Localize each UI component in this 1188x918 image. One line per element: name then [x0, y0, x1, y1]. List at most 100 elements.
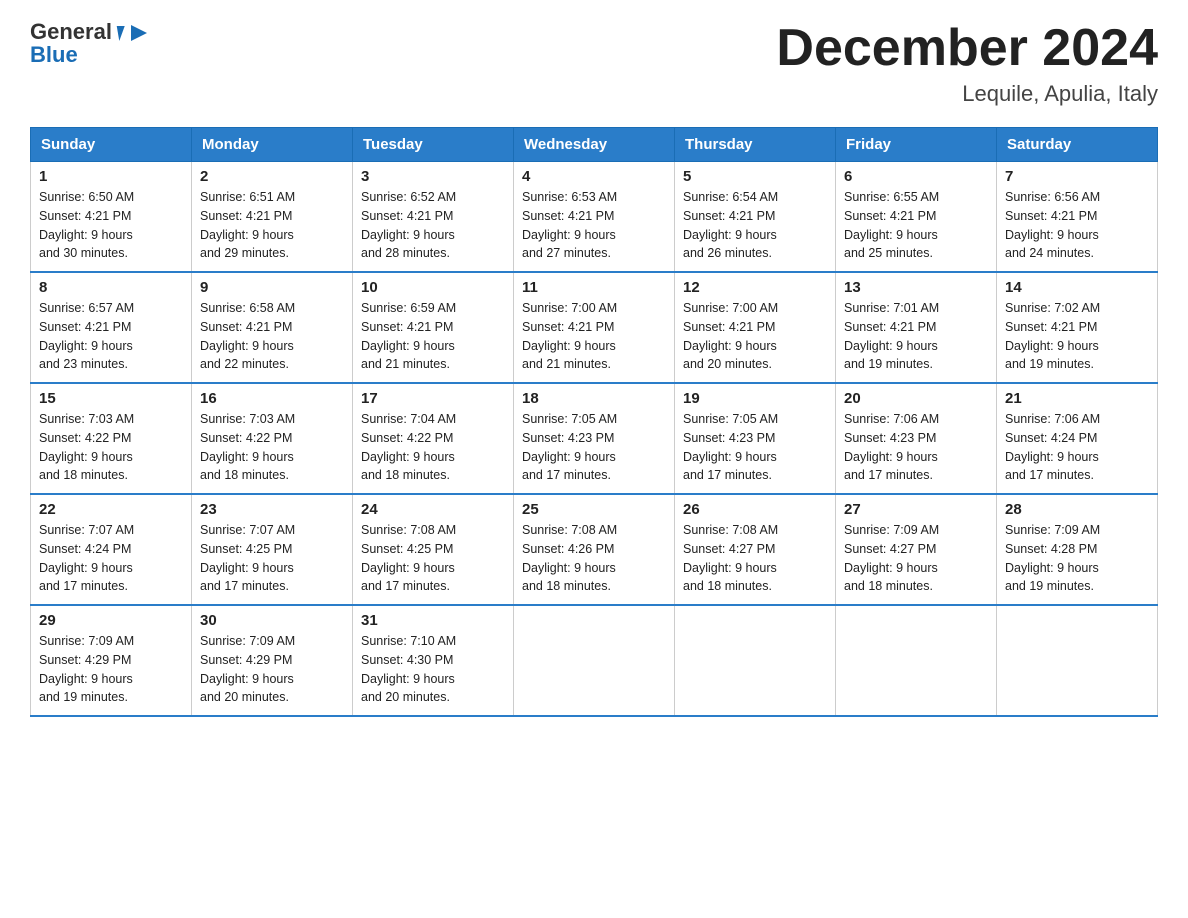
day-info: Sunrise: 6:54 AM Sunset: 4:21 PM Dayligh… [683, 188, 827, 263]
table-row: 18 Sunrise: 7:05 AM Sunset: 4:23 PM Dayl… [514, 383, 675, 494]
table-row: 11 Sunrise: 7:00 AM Sunset: 4:21 PM Dayl… [514, 272, 675, 383]
calendar-title: December 2024 [776, 20, 1158, 77]
col-wednesday: Wednesday [514, 128, 675, 162]
logo: General Blue [30, 20, 149, 68]
table-row: 27 Sunrise: 7:09 AM Sunset: 4:27 PM Dayl… [836, 494, 997, 605]
day-number: 24 [361, 501, 505, 518]
calendar-subtitle: Lequile, Apulia, Italy [776, 81, 1158, 107]
table-row: 15 Sunrise: 7:03 AM Sunset: 4:22 PM Dayl… [31, 383, 192, 494]
title-block: December 2024 Lequile, Apulia, Italy [776, 20, 1158, 107]
day-number: 16 [200, 390, 344, 407]
day-info: Sunrise: 6:57 AM Sunset: 4:21 PM Dayligh… [39, 299, 183, 374]
table-row: 21 Sunrise: 7:06 AM Sunset: 4:24 PM Dayl… [997, 383, 1158, 494]
day-number: 12 [683, 279, 827, 296]
table-row: 1 Sunrise: 6:50 AM Sunset: 4:21 PM Dayli… [31, 162, 192, 273]
table-row: 4 Sunrise: 6:53 AM Sunset: 4:21 PM Dayli… [514, 162, 675, 273]
table-row: 24 Sunrise: 7:08 AM Sunset: 4:25 PM Dayl… [353, 494, 514, 605]
day-number: 21 [1005, 390, 1149, 407]
day-info: Sunrise: 7:00 AM Sunset: 4:21 PM Dayligh… [683, 299, 827, 374]
calendar-week-row: 8 Sunrise: 6:57 AM Sunset: 4:21 PM Dayli… [31, 272, 1158, 383]
day-info: Sunrise: 6:58 AM Sunset: 4:21 PM Dayligh… [200, 299, 344, 374]
table-row [836, 605, 997, 716]
table-row: 19 Sunrise: 7:05 AM Sunset: 4:23 PM Dayl… [675, 383, 836, 494]
day-number: 3 [361, 168, 505, 185]
day-info: Sunrise: 7:04 AM Sunset: 4:22 PM Dayligh… [361, 410, 505, 485]
table-row [997, 605, 1158, 716]
day-number: 28 [1005, 501, 1149, 518]
table-row: 30 Sunrise: 7:09 AM Sunset: 4:29 PM Dayl… [192, 605, 353, 716]
day-info: Sunrise: 6:59 AM Sunset: 4:21 PM Dayligh… [361, 299, 505, 374]
day-number: 20 [844, 390, 988, 407]
day-number: 7 [1005, 168, 1149, 185]
day-number: 29 [39, 612, 183, 629]
table-row: 29 Sunrise: 7:09 AM Sunset: 4:29 PM Dayl… [31, 605, 192, 716]
day-info: Sunrise: 7:10 AM Sunset: 4:30 PM Dayligh… [361, 632, 505, 707]
col-monday: Monday [192, 128, 353, 162]
day-info: Sunrise: 7:05 AM Sunset: 4:23 PM Dayligh… [522, 410, 666, 485]
table-row [675, 605, 836, 716]
day-number: 18 [522, 390, 666, 407]
day-info: Sunrise: 7:09 AM Sunset: 4:29 PM Dayligh… [200, 632, 344, 707]
day-info: Sunrise: 6:56 AM Sunset: 4:21 PM Dayligh… [1005, 188, 1149, 263]
day-info: Sunrise: 7:02 AM Sunset: 4:21 PM Dayligh… [1005, 299, 1149, 374]
table-row: 10 Sunrise: 6:59 AM Sunset: 4:21 PM Dayl… [353, 272, 514, 383]
col-friday: Friday [836, 128, 997, 162]
day-number: 23 [200, 501, 344, 518]
table-row: 14 Sunrise: 7:02 AM Sunset: 4:21 PM Dayl… [997, 272, 1158, 383]
table-row: 28 Sunrise: 7:09 AM Sunset: 4:28 PM Dayl… [997, 494, 1158, 605]
day-number: 8 [39, 279, 183, 296]
day-info: Sunrise: 7:08 AM Sunset: 4:27 PM Dayligh… [683, 521, 827, 596]
day-info: Sunrise: 6:50 AM Sunset: 4:21 PM Dayligh… [39, 188, 183, 263]
day-info: Sunrise: 7:06 AM Sunset: 4:24 PM Dayligh… [1005, 410, 1149, 485]
col-thursday: Thursday [675, 128, 836, 162]
table-row: 13 Sunrise: 7:01 AM Sunset: 4:21 PM Dayl… [836, 272, 997, 383]
table-row: 9 Sunrise: 6:58 AM Sunset: 4:21 PM Dayli… [192, 272, 353, 383]
day-number: 11 [522, 279, 666, 296]
day-number: 17 [361, 390, 505, 407]
day-number: 31 [361, 612, 505, 629]
table-row: 31 Sunrise: 7:10 AM Sunset: 4:30 PM Dayl… [353, 605, 514, 716]
day-number: 10 [361, 279, 505, 296]
logo-text: General [30, 20, 149, 44]
day-number: 13 [844, 279, 988, 296]
day-info: Sunrise: 7:00 AM Sunset: 4:21 PM Dayligh… [522, 299, 666, 374]
day-info: Sunrise: 7:08 AM Sunset: 4:25 PM Dayligh… [361, 521, 505, 596]
col-saturday: Saturday [997, 128, 1158, 162]
day-info: Sunrise: 7:09 AM Sunset: 4:27 PM Dayligh… [844, 521, 988, 596]
table-row: 16 Sunrise: 7:03 AM Sunset: 4:22 PM Dayl… [192, 383, 353, 494]
day-info: Sunrise: 7:08 AM Sunset: 4:26 PM Dayligh… [522, 521, 666, 596]
calendar-week-row: 22 Sunrise: 7:07 AM Sunset: 4:24 PM Dayl… [31, 494, 1158, 605]
table-row: 7 Sunrise: 6:56 AM Sunset: 4:21 PM Dayli… [997, 162, 1158, 273]
calendar-header: Sunday Monday Tuesday Wednesday Thursday… [31, 128, 1158, 162]
table-row: 22 Sunrise: 7:07 AM Sunset: 4:24 PM Dayl… [31, 494, 192, 605]
day-info: Sunrise: 7:03 AM Sunset: 4:22 PM Dayligh… [39, 410, 183, 485]
day-info: Sunrise: 7:05 AM Sunset: 4:23 PM Dayligh… [683, 410, 827, 485]
table-row: 5 Sunrise: 6:54 AM Sunset: 4:21 PM Dayli… [675, 162, 836, 273]
day-number: 9 [200, 279, 344, 296]
table-row [514, 605, 675, 716]
table-row: 3 Sunrise: 6:52 AM Sunset: 4:21 PM Dayli… [353, 162, 514, 273]
calendar-table: Sunday Monday Tuesday Wednesday Thursday… [30, 127, 1158, 717]
day-number: 4 [522, 168, 666, 185]
calendar-week-row: 29 Sunrise: 7:09 AM Sunset: 4:29 PM Dayl… [31, 605, 1158, 716]
day-info: Sunrise: 6:53 AM Sunset: 4:21 PM Dayligh… [522, 188, 666, 263]
day-info: Sunrise: 7:03 AM Sunset: 4:22 PM Dayligh… [200, 410, 344, 485]
logo-line2: Blue [30, 42, 78, 68]
table-row: 26 Sunrise: 7:08 AM Sunset: 4:27 PM Dayl… [675, 494, 836, 605]
table-row: 2 Sunrise: 6:51 AM Sunset: 4:21 PM Dayli… [192, 162, 353, 273]
table-row: 8 Sunrise: 6:57 AM Sunset: 4:21 PM Dayli… [31, 272, 192, 383]
day-number: 15 [39, 390, 183, 407]
calendar-week-row: 1 Sunrise: 6:50 AM Sunset: 4:21 PM Dayli… [31, 162, 1158, 273]
table-row: 6 Sunrise: 6:55 AM Sunset: 4:21 PM Dayli… [836, 162, 997, 273]
day-number: 26 [683, 501, 827, 518]
day-number: 30 [200, 612, 344, 629]
day-number: 25 [522, 501, 666, 518]
day-info: Sunrise: 7:09 AM Sunset: 4:29 PM Dayligh… [39, 632, 183, 707]
day-info: Sunrise: 7:07 AM Sunset: 4:25 PM Dayligh… [200, 521, 344, 596]
table-row: 25 Sunrise: 7:08 AM Sunset: 4:26 PM Dayl… [514, 494, 675, 605]
day-number: 14 [1005, 279, 1149, 296]
day-number: 19 [683, 390, 827, 407]
calendar-body: 1 Sunrise: 6:50 AM Sunset: 4:21 PM Dayli… [31, 162, 1158, 717]
day-info: Sunrise: 7:09 AM Sunset: 4:28 PM Dayligh… [1005, 521, 1149, 596]
day-info: Sunrise: 6:51 AM Sunset: 4:21 PM Dayligh… [200, 188, 344, 263]
